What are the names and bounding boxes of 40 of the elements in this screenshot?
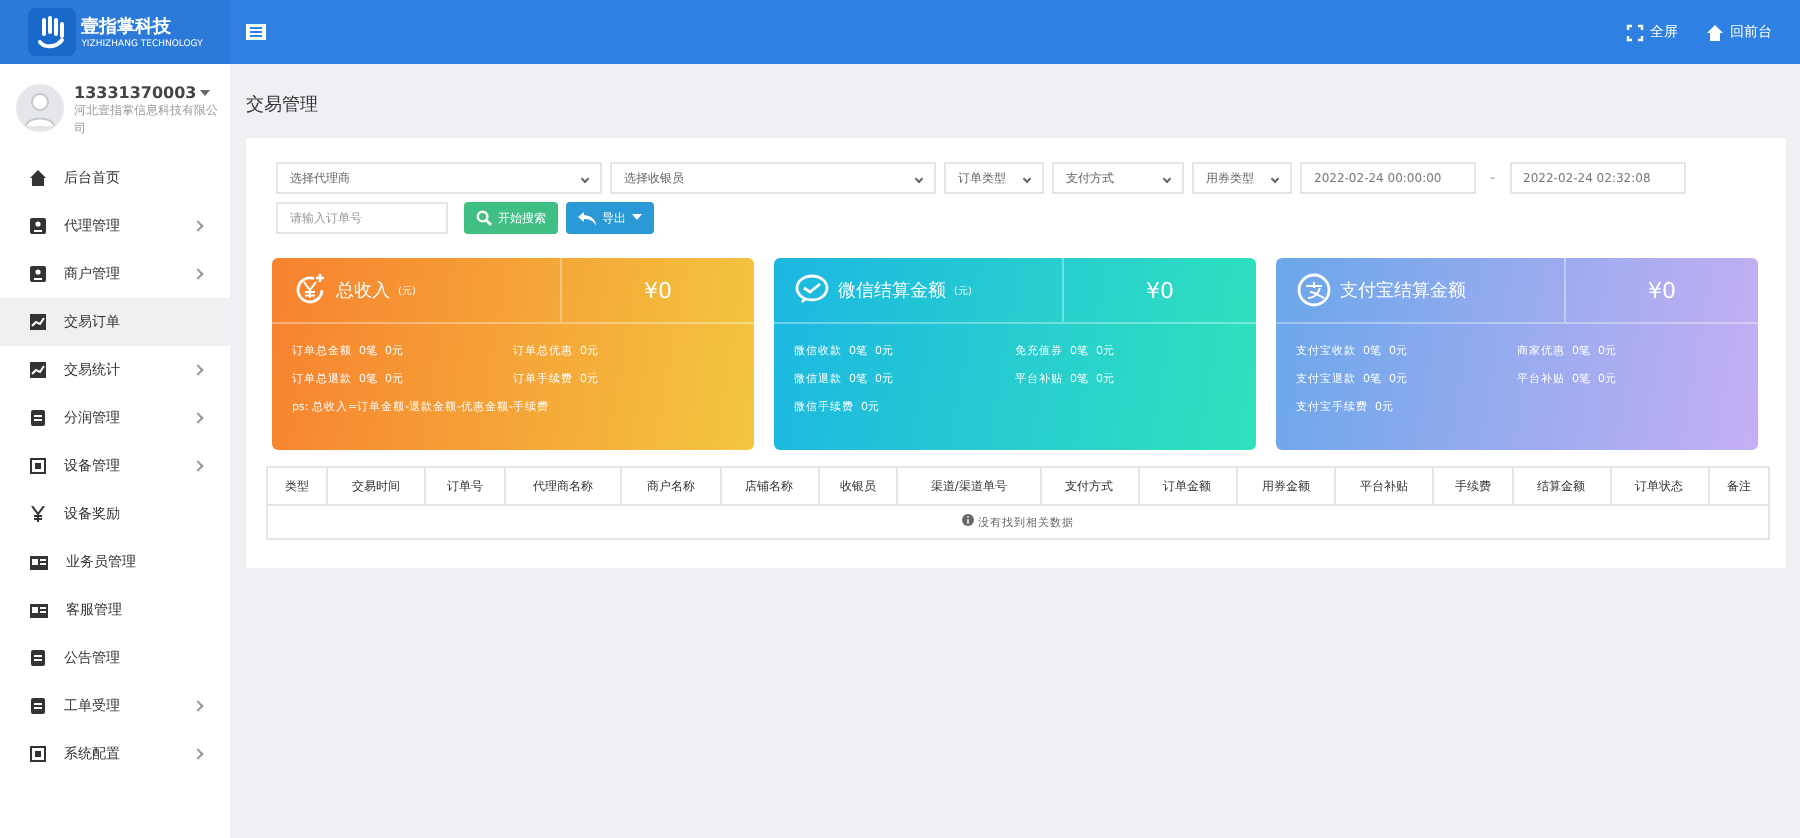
card-title: 总收入 [336, 279, 390, 303]
card-title: 支付宝结算金额 [1340, 279, 1466, 303]
reply-arrow-icon [578, 211, 596, 225]
caret-icon[interactable] [200, 89, 211, 97]
home-icon [30, 170, 46, 186]
card-amount: ¥0 [642, 275, 674, 307]
clipboard-icon [30, 698, 46, 714]
caret-icon [580, 173, 590, 183]
caret-icon [1162, 173, 1172, 183]
frame-icon [30, 746, 46, 762]
menu-icon[interactable] [246, 24, 266, 40]
hand-logo-icon [27, 8, 76, 56]
caret-icon [1022, 173, 1032, 183]
contact-card-icon [30, 218, 46, 234]
info-icon [961, 514, 974, 526]
alipay-circle-icon [1296, 272, 1332, 308]
id-card-icon [30, 555, 48, 569]
avatar-icon [16, 84, 64, 132]
card-amount: ¥0 [1646, 275, 1678, 307]
page-title: 交易管理 [246, 93, 320, 120]
logo-title: 壹指掌科技 [81, 14, 174, 39]
search-icon [476, 210, 492, 226]
clipboard-icon [30, 410, 46, 426]
id-card-icon [30, 603, 48, 617]
fullscreen-icon [1626, 23, 1644, 41]
contact-card-icon [30, 266, 46, 282]
caret-icon [632, 214, 642, 222]
card-amount: ¥0 [1144, 275, 1176, 307]
frame-icon [30, 458, 46, 474]
chat-bubble-icon [794, 272, 830, 308]
chart-icon [30, 362, 46, 378]
caret-icon [914, 173, 924, 183]
yen-icon [30, 506, 46, 522]
clipboard-icon [30, 650, 46, 666]
home-icon [1706, 23, 1724, 41]
chart-icon [30, 314, 46, 330]
user-name[interactable]: 13331370003 [74, 84, 197, 102]
card-title: 微信结算金额 [838, 279, 946, 303]
yen-coin-icon [292, 272, 328, 308]
caret-icon [1270, 173, 1280, 183]
